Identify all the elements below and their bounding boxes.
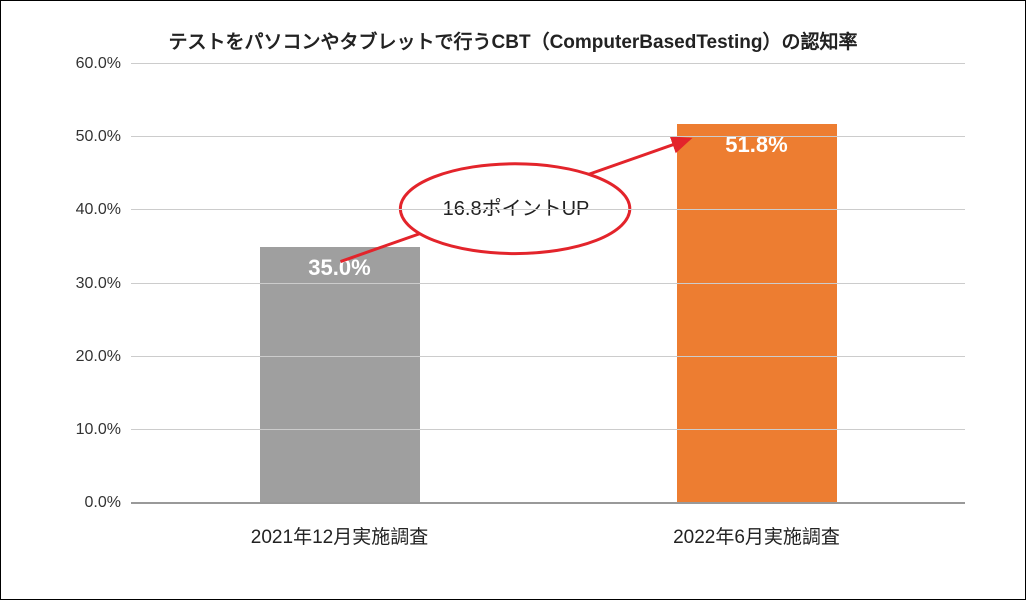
bar-2021-12: 35.0%: [260, 247, 420, 503]
y-tick-label: 0.0%: [51, 494, 121, 512]
chart-container: テストをパソコンやタブレットで行うCBT（ComputerBasedTestin…: [1, 1, 1025, 599]
gridline: 30.0%: [131, 283, 965, 284]
y-tick-label: 60.0%: [51, 55, 121, 73]
x-axis: 2021年12月実施調査 2022年6月実施調査: [131, 522, 965, 549]
gridline: 60.0%: [131, 63, 965, 64]
gridline: 10.0%: [131, 429, 965, 430]
bar-value-label: 35.0%: [260, 255, 420, 281]
gridline: 40.0%: [131, 209, 965, 210]
y-tick-label: 20.0%: [51, 348, 121, 366]
gridline: 0.0%: [131, 502, 965, 503]
y-tick-label: 40.0%: [51, 201, 121, 219]
plot-area: 35.0% 51.8% 16.8ポイントUP 0.0%10.0%: [131, 64, 965, 504]
x-tick-label: 2022年6月実施調査: [590, 522, 924, 549]
x-tick-label: 2021年12月実施調査: [173, 522, 507, 549]
gridline: 50.0%: [131, 136, 965, 137]
y-tick-label: 30.0%: [51, 275, 121, 293]
bars-group: 35.0% 51.8%: [131, 64, 965, 503]
y-tick-label: 50.0%: [51, 128, 121, 146]
y-tick-label: 10.0%: [51, 421, 121, 439]
gridline: 20.0%: [131, 356, 965, 357]
chart-title: テストをパソコンやタブレットで行うCBT（ComputerBasedTestin…: [41, 27, 985, 54]
bar-slot: 35.0%: [173, 64, 507, 503]
bar-slot: 51.8%: [590, 64, 924, 503]
bar-2022-06: 51.8%: [677, 124, 837, 503]
